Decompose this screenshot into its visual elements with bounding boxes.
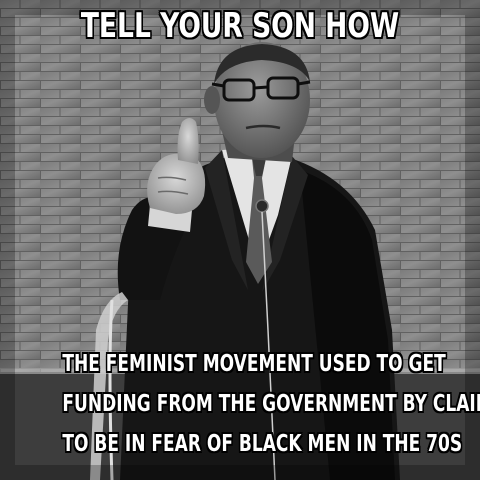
- caption-line-3: TO BE IN FEAR OF BLACK MEN IN THE 70S: [62, 431, 463, 457]
- caption-line-2: FUNDING FROM THE GOVERNMENT BY CLAIMING: [62, 391, 480, 417]
- meme-bottom-caption: THE FEMINIST MOVEMENT USED TO GET FUNDIN…: [62, 344, 480, 464]
- microphone: [255, 199, 269, 213]
- meme-top-caption: TELL YOUR SON HOW: [80, 6, 400, 46]
- meme-image: TELL YOUR SON HOW THE FEMINIST MOVEMENT …: [0, 0, 480, 480]
- caption-line-1: THE FEMINIST MOVEMENT USED TO GET: [62, 351, 446, 377]
